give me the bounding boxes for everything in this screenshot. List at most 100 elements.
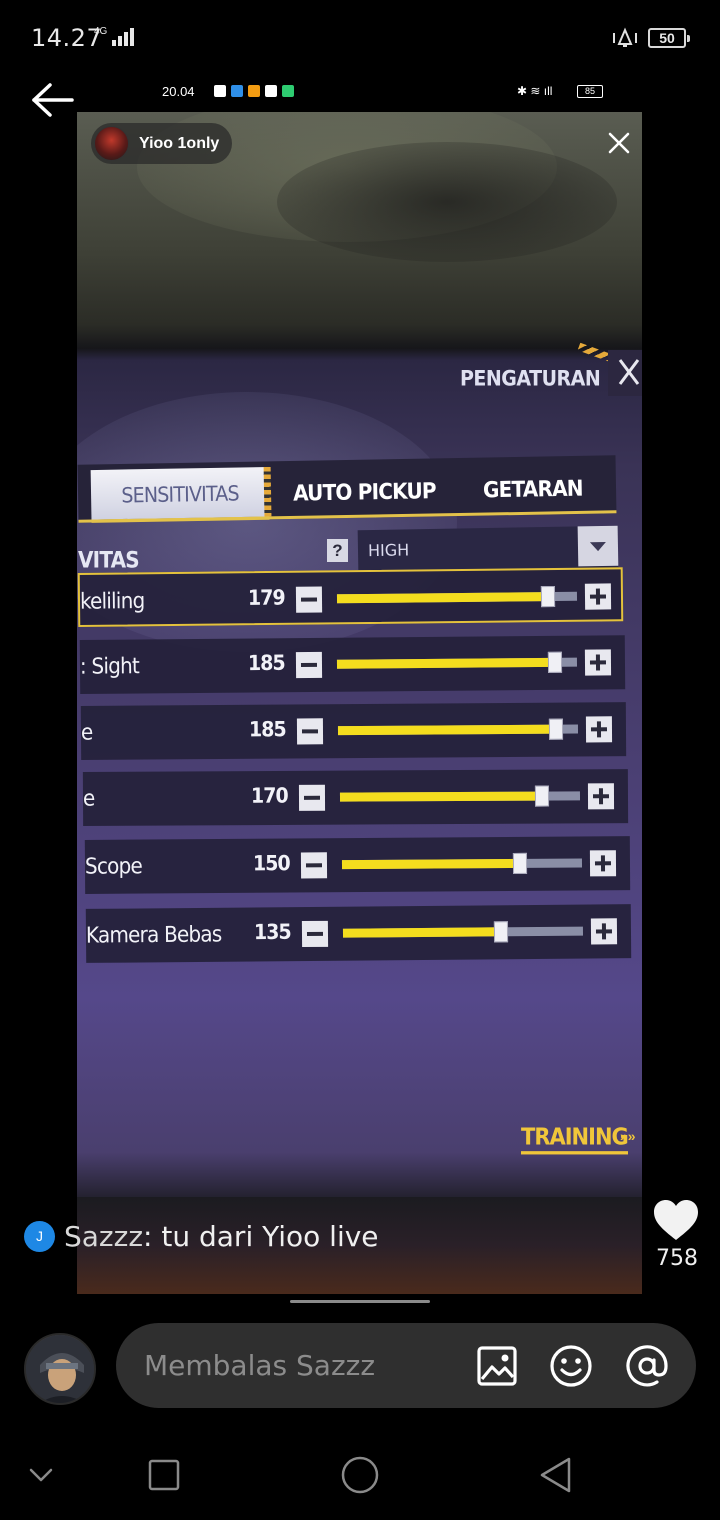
- game-tab-auto-pickup: AUTO PICKUP: [292, 477, 437, 507]
- game-tab-bar: SENSITIVITAS AUTO PICKUP GETARAN: [77, 455, 617, 523]
- slider-thumb: [512, 852, 527, 874]
- slider-thumb: [541, 586, 556, 608]
- whatsapp-icon: [214, 85, 226, 97]
- minus-icon: [300, 852, 328, 879]
- sensitivity-row: keliling 179: [77, 567, 624, 627]
- minus-icon: [295, 651, 323, 679]
- sensitivity-value: 135: [253, 920, 291, 945]
- game-preset-select: HIGH: [357, 525, 619, 573]
- sensitivity-label: e: [82, 784, 95, 812]
- story-comment: J Sazzz: tu dari Yioo live: [24, 1219, 379, 1253]
- reply-placeholder: Membalas Sazzz: [144, 1349, 376, 1382]
- status-bar: 14.27 4G 50: [0, 0, 720, 76]
- video-status-time: 20.04: [162, 84, 195, 99]
- story-author-chip[interactable]: Yioo 1only: [91, 123, 232, 164]
- video-app-icons: [214, 85, 294, 97]
- video-status-bar: 20.04 ✱ ≋ ıll 85: [162, 84, 612, 100]
- signal-icon: [112, 28, 134, 46]
- at-icon[interactable]: [624, 1343, 670, 1389]
- chevron-down-icon: [577, 525, 619, 567]
- slider-thumb: [548, 651, 563, 673]
- sensitivity-row: Kamera Bebas 135: [85, 904, 632, 963]
- sensitivity-slider: [341, 852, 583, 874]
- home-circle-icon[interactable]: [337, 1452, 383, 1498]
- video-background-blur: [277, 142, 617, 262]
- plus-icon: [587, 783, 615, 810]
- avatar-image: [26, 1335, 94, 1403]
- game-preset-value: HIGH: [367, 540, 410, 561]
- app-icon: [248, 85, 260, 97]
- minus-icon: [301, 920, 329, 948]
- game-tab-getaran: GETARAN: [482, 474, 583, 503]
- video-battery-icon: 85: [577, 85, 603, 98]
- sensitivity-slider: [339, 785, 581, 807]
- game-close-button: [608, 350, 642, 396]
- author-avatar[interactable]: [94, 126, 129, 161]
- double-chevron-right-icon: »»: [620, 1128, 636, 1144]
- sensitivity-value: 150: [252, 851, 290, 876]
- sensitivity-row: e 170: [82, 769, 629, 826]
- plus-icon: [590, 918, 618, 945]
- slider-fill: [337, 724, 557, 736]
- sensitivity-slider: [336, 651, 578, 673]
- sensitivity-label: keliling: [79, 587, 145, 615]
- shop-icon: [265, 85, 277, 97]
- game-close-icon: [618, 359, 640, 385]
- sensitivity-value: 185: [248, 717, 286, 742]
- vibrate-icon: [613, 27, 637, 47]
- sensitivity-label: : Sight: [79, 652, 140, 680]
- author-name[interactable]: Yioo 1only: [139, 135, 219, 153]
- video-connectivity-icons: ✱ ≋ ıll: [517, 84, 553, 98]
- slider-thumb: [534, 785, 549, 807]
- heart-icon[interactable]: [652, 1198, 700, 1242]
- sensitivity-row: : Sight 185: [79, 635, 626, 694]
- sensitivity-value: 170: [250, 783, 288, 809]
- slider-fill: [342, 927, 502, 938]
- smiley-icon[interactable]: [548, 1343, 594, 1389]
- gesture-indicator: [290, 1300, 430, 1303]
- image-icon[interactable]: [474, 1343, 520, 1389]
- comment-separator: :: [143, 1219, 162, 1253]
- game-tab-sensitivitas: SENSITIVITAS: [90, 466, 270, 523]
- game-section-label: VITAS: [78, 546, 140, 574]
- network-type: 4G: [94, 26, 108, 37]
- plus-icon: [589, 850, 617, 877]
- minus-icon: [298, 784, 326, 811]
- reply-input[interactable]: Membalas Sazzz: [116, 1323, 696, 1408]
- slider-fill: [336, 592, 549, 604]
- plus-icon: [585, 716, 613, 743]
- system-nav-bar: [0, 1430, 720, 1520]
- sensitivity-label: Kamera Bebas: [85, 920, 222, 949]
- like-count: 758: [656, 1246, 698, 1271]
- chevron-down-icon[interactable]: [18, 1452, 64, 1498]
- user-avatar[interactable]: [24, 1333, 96, 1405]
- game-settings-title: PENGATURAN: [460, 366, 601, 392]
- status-time: 14.27: [31, 24, 103, 52]
- sensitivity-value: 185: [247, 651, 285, 676]
- close-icon[interactable]: [604, 128, 634, 158]
- slider-fill: [339, 791, 542, 802]
- sensitivity-row: Scope 150: [84, 836, 631, 894]
- comment-text: Sazzz: tu dari Yioo live: [64, 1220, 379, 1253]
- back-arrow-icon[interactable]: [28, 80, 76, 120]
- minus-icon: [295, 586, 323, 613]
- slider-fill: [341, 858, 520, 870]
- back-triangle-icon[interactable]: [533, 1452, 579, 1498]
- app-icon: [282, 85, 294, 97]
- sensitivity-label: e: [80, 718, 93, 746]
- comment-avatar-badge: J: [24, 1220, 55, 1252]
- sensitivity-slider: [342, 921, 584, 943]
- comment-message: tu dari Yioo live: [161, 1219, 379, 1253]
- comment-user: Sazzz: [64, 1219, 144, 1253]
- sensitivity-value: 179: [247, 585, 285, 611]
- app-icon: [231, 85, 243, 97]
- slider-fill: [336, 657, 556, 669]
- sensitivity-row: e 185: [80, 702, 627, 760]
- sensitivity-slider: [337, 718, 579, 740]
- recents-square-icon[interactable]: [141, 1452, 187, 1498]
- sensitivity-label: Scope: [84, 852, 143, 880]
- plus-icon: [584, 649, 612, 676]
- game-help-icon: ?: [327, 539, 348, 562]
- sensitivity-slider: [336, 586, 578, 608]
- slider-thumb: [549, 718, 564, 740]
